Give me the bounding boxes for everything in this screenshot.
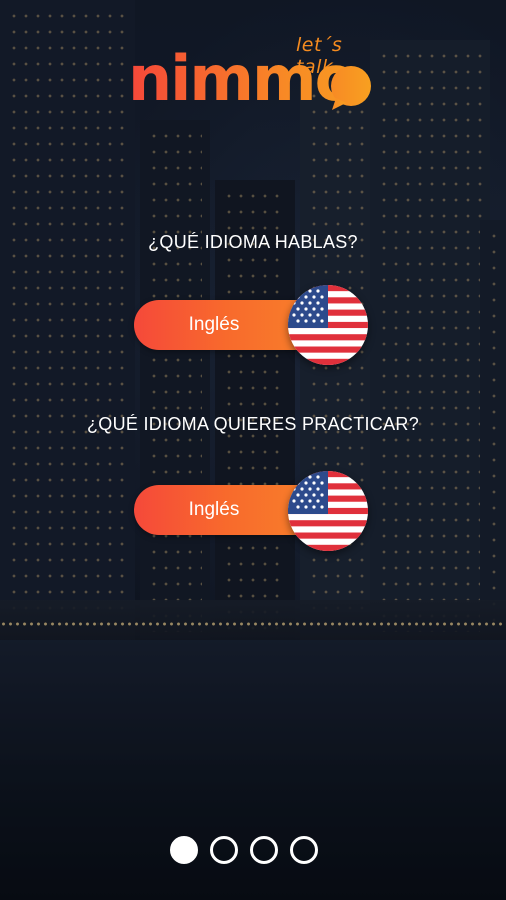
page-dot-2[interactable]	[210, 836, 238, 864]
background-city-image	[0, 0, 506, 900]
practice-language-label: Inglés	[188, 499, 240, 520]
page-indicator	[170, 836, 330, 872]
page-dot-4[interactable]	[290, 836, 318, 864]
app-logo: let´s talk nimmo	[128, 34, 378, 122]
page-dot-3[interactable]	[250, 836, 278, 864]
speech-bubble-icon	[331, 66, 371, 110]
logo-wordmark: nimmo	[128, 42, 357, 115]
us-flag-icon[interactable]	[288, 471, 368, 551]
us-flag-icon[interactable]	[288, 285, 368, 365]
page-dot-1[interactable]	[170, 836, 198, 864]
native-language-label: Inglés	[188, 314, 240, 335]
native-language-question: ¿QUÉ IDIOMA HABLAS?	[148, 232, 358, 252]
practice-language-question: ¿QUÉ IDIOMA QUIERES PRACTICAR?	[86, 414, 420, 434]
